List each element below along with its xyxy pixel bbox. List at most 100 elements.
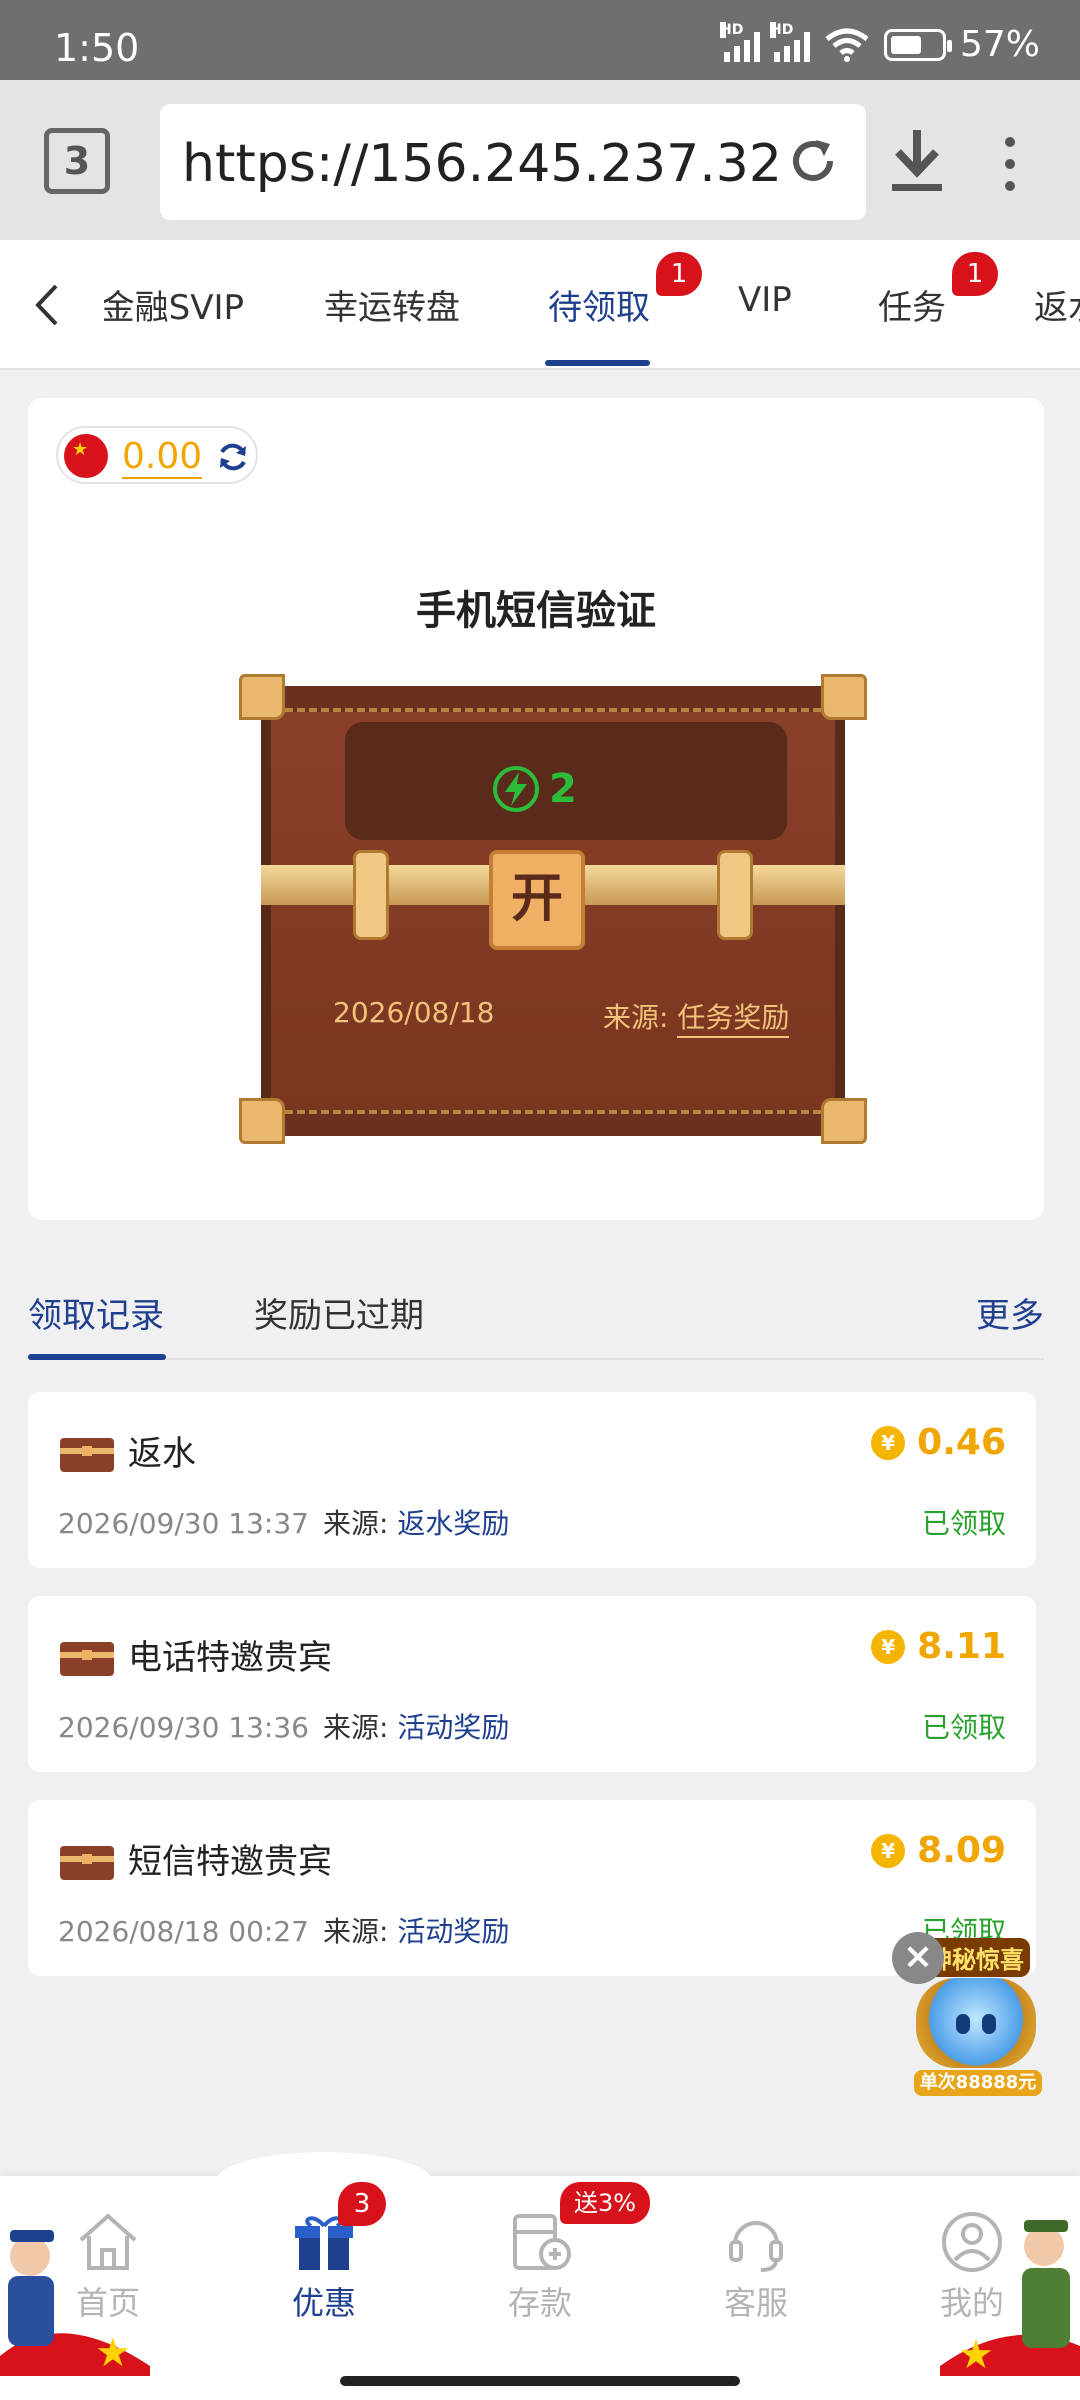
chest-source: 来源: 任务奖励 — [603, 996, 790, 1038]
more-options-icon[interactable] — [990, 134, 1030, 194]
tab-rebate[interactable]: 返水 — [1034, 280, 1080, 329]
chest-trim-bottom — [261, 1110, 845, 1136]
browser-toolbar: 3 https://156.245.237.32:563 — [0, 80, 1080, 240]
chest-open-lock[interactable]: 开 — [489, 850, 585, 950]
treasure-chest[interactable]: 2 开 2026/08/18 来源: 任务奖励 — [233, 670, 873, 1150]
record-title: 返水 — [128, 1434, 196, 1474]
more-link[interactable]: 更多 — [976, 1288, 1044, 1337]
tab-pending-badge: 1 — [656, 252, 702, 296]
record-item: 电话特邀贵宾 2026/09/30 13:36 来源: 活动奖励 ¥ 8.11 已… — [28, 1596, 1036, 1772]
bottom-navigation: ★ 首页 优惠 3 存款 送3% 客服 我的 ★ — [0, 2152, 1080, 2400]
chest-corner — [821, 1098, 867, 1144]
surprise-caption: 单次88888元 — [914, 2070, 1042, 2096]
chest-corner — [821, 674, 867, 720]
chevron-left-icon[interactable] — [26, 280, 72, 330]
chest-latch — [717, 850, 753, 940]
chest-date: 2026/08/18 — [333, 996, 495, 1029]
signal-icon-2: HD — [769, 21, 810, 62]
china-flag-icon: ★ — [64, 434, 108, 478]
record-meta: 2026/08/18 00:27 来源: 活动奖励 — [58, 1910, 509, 1950]
svg-text:★: ★ — [958, 2332, 994, 2376]
tab-expired-rewards[interactable]: 奖励已过期 — [254, 1288, 424, 1337]
record-amount-value: 8.11 — [917, 1626, 1006, 1667]
tab-tasks-badge: 1 — [952, 252, 998, 296]
tab-active-indicator — [545, 360, 650, 366]
nav-deposit-promo: 送3% — [560, 2182, 651, 2224]
record-item: 返水 2026/09/30 13:37 来源: 返水奖励 ¥ 0.46 已领取 — [28, 1392, 1036, 1568]
download-icon[interactable] — [880, 124, 954, 198]
coin-icon: ¥ — [871, 1629, 906, 1664]
record-source: 活动奖励 — [397, 1915, 510, 1948]
record-item: 短信特邀贵宾 2026/08/18 00:27 来源: 活动奖励 ¥ 8.09 已… — [28, 1800, 1036, 1976]
battery-icon — [883, 28, 952, 61]
energy-count: 2 — [491, 764, 577, 814]
nav-home[interactable]: 首页 — [38, 2210, 178, 2324]
chest-title: 手机短信验证 — [416, 588, 656, 634]
chest-corner — [239, 674, 285, 720]
chest-icon — [60, 1438, 114, 1472]
svg-text:★: ★ — [95, 2330, 131, 2376]
promo-tab-strip: 金融SVIP 幸运转盘 待领取 1 VIP 任务 1 返水 — [0, 240, 1080, 370]
chest-icon — [60, 1642, 114, 1676]
signal-icon: HD — [719, 21, 760, 62]
gesture-home-bar[interactable] — [340, 2376, 740, 2386]
record-source-label: 来源: — [322, 1915, 389, 1948]
energy-value: 2 — [549, 766, 577, 812]
record-title: 短信特邀贵宾 — [128, 1842, 332, 1882]
tab-switcher-button[interactable]: 3 — [44, 128, 110, 194]
robot-mascot-icon[interactable] — [916, 1978, 1036, 2068]
refresh-icon[interactable] — [216, 440, 250, 474]
home-icon — [79, 2213, 137, 2270]
tab-svip[interactable]: 金融SVIP — [104, 280, 244, 329]
address-bar[interactable]: https://156.245.237.32:563 — [160, 104, 866, 220]
headset-icon — [729, 2221, 783, 2272]
chest-source-label: 来源: — [603, 1001, 669, 1034]
url-text[interactable]: https://156.245.237.32:563 — [182, 134, 782, 194]
close-icon[interactable]: × — [892, 1932, 944, 1984]
nav-support-label: 客服 — [723, 2284, 788, 2322]
reload-icon[interactable] — [786, 134, 840, 188]
record-amount: ¥ 8.09 — [871, 1830, 1006, 1871]
nav-promotions[interactable]: 优惠 — [254, 2210, 394, 2324]
nav-support[interactable]: 客服 — [686, 2210, 826, 2324]
soldier-mascot-icon: ★ — [940, 2220, 1080, 2376]
lightning-icon — [493, 766, 539, 812]
chest-icon — [60, 1846, 114, 1880]
nav-home-label: 首页 — [75, 2284, 140, 2322]
record-meta: 2026/09/30 13:36 来源: 活动奖励 — [58, 1706, 509, 1746]
status-icons: HD HD 57% — [719, 21, 1040, 65]
record-amount-value: 0.46 — [917, 1422, 1006, 1463]
chest-latch — [353, 850, 389, 940]
status-bar: 1:50 HD HD 57% — [0, 0, 1080, 80]
battery-percent: 57% — [959, 24, 1040, 65]
tab-vip[interactable]: VIP — [738, 280, 792, 320]
wifi-icon — [825, 28, 869, 62]
record-amount: ¥ 0.46 — [871, 1422, 1006, 1463]
tab-lucky-wheel[interactable]: 幸运转盘 — [324, 280, 460, 329]
status-time: 1:50 — [54, 26, 140, 70]
tab-pending[interactable]: 待领取 — [548, 280, 650, 329]
mystery-surprise-widget[interactable]: 神秘惊喜 单次88888元 × — [892, 1932, 1052, 2104]
record-source-label: 来源: — [322, 1711, 389, 1744]
record-title: 电话特邀贵宾 — [128, 1638, 332, 1678]
record-datetime: 2026/08/18 00:27 — [58, 1915, 309, 1948]
balance-value: 0.00 — [122, 436, 203, 479]
record-source: 返水奖励 — [397, 1507, 510, 1540]
nav-deposit[interactable]: 存款 — [470, 2210, 610, 2324]
record-source-label: 来源: — [322, 1507, 389, 1540]
chest-corner — [239, 1098, 285, 1144]
reward-chest-card: ★ 0.00 手机短信验证 2 开 2026/08/18 来源: 任务奖励 — [28, 398, 1044, 1220]
record-status: 已领取 — [921, 1507, 1006, 1540]
nav-deposit-label: 存款 — [507, 2284, 572, 2322]
record-tabs: 领取记录 奖励已过期 更多 — [28, 1258, 1044, 1360]
nav-hump — [215, 2152, 433, 2212]
record-amount: ¥ 8.11 — [871, 1626, 1006, 1667]
tab-claim-records[interactable]: 领取记录 — [28, 1288, 164, 1337]
balance-pill: ★ 0.00 — [56, 426, 258, 484]
tab-tasks[interactable]: 任务 — [878, 280, 946, 329]
record-meta: 2026/09/30 13:37 来源: 返水奖励 — [58, 1502, 509, 1542]
record-amount-value: 8.09 — [917, 1830, 1006, 1871]
record-datetime: 2026/09/30 13:36 — [58, 1711, 309, 1744]
record-datetime: 2026/09/30 13:37 — [58, 1507, 309, 1540]
chest-source-value: 任务奖励 — [677, 1001, 790, 1038]
